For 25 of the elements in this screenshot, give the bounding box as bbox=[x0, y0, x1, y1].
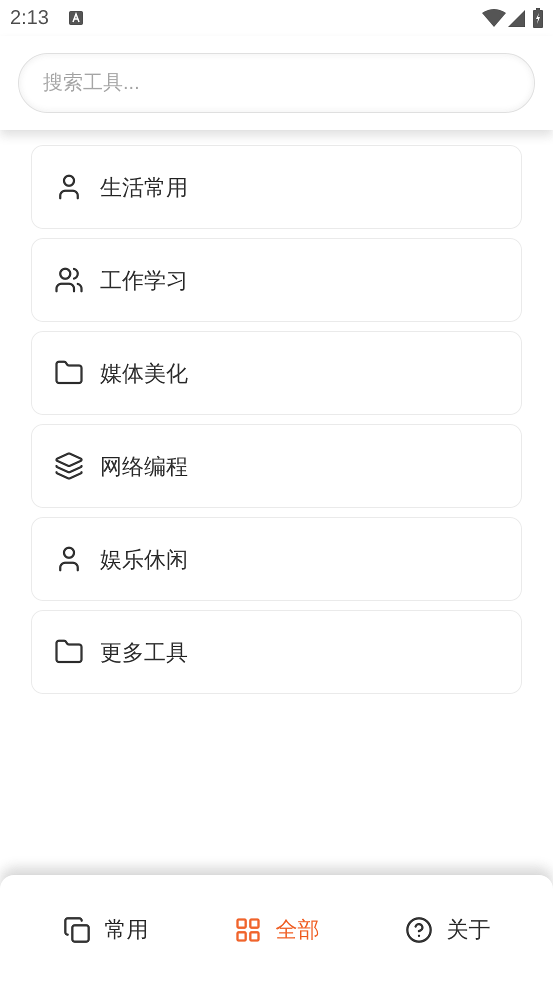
users-icon bbox=[54, 265, 84, 295]
battery-icon bbox=[533, 8, 543, 28]
category-card[interactable]: 工作学习 bbox=[31, 238, 522, 322]
category-label: 网络编程 bbox=[100, 452, 188, 480]
category-card[interactable]: 更多工具 bbox=[31, 610, 522, 694]
category-card[interactable]: 生活常用 bbox=[31, 145, 522, 229]
category-label: 媒体美化 bbox=[100, 360, 188, 388]
category-card[interactable]: 娱乐休闲 bbox=[31, 517, 522, 601]
category-card[interactable]: 媒体美化 bbox=[31, 331, 522, 415]
search-field[interactable]: 搜索工具... bbox=[18, 53, 535, 113]
category-label: 工作学习 bbox=[100, 266, 188, 294]
category-label: 更多工具 bbox=[100, 638, 188, 666]
layers-icon bbox=[54, 451, 84, 481]
copy-icon bbox=[62, 916, 90, 944]
nav-tab[interactable]: 常用 bbox=[52, 905, 158, 954]
status-time: 2:13 bbox=[10, 6, 49, 31]
category-label: 生活常用 bbox=[100, 174, 188, 202]
grid-icon bbox=[234, 916, 262, 944]
signal-icon bbox=[508, 10, 525, 26]
category-card[interactable]: 网络编程 bbox=[31, 424, 522, 508]
nav-tab[interactable]: 关于 bbox=[394, 905, 500, 954]
help-icon bbox=[404, 916, 432, 944]
keyboard-notification-icon bbox=[68, 11, 83, 25]
wifi-icon bbox=[482, 9, 506, 27]
category-label: 娱乐休闲 bbox=[100, 546, 188, 574]
